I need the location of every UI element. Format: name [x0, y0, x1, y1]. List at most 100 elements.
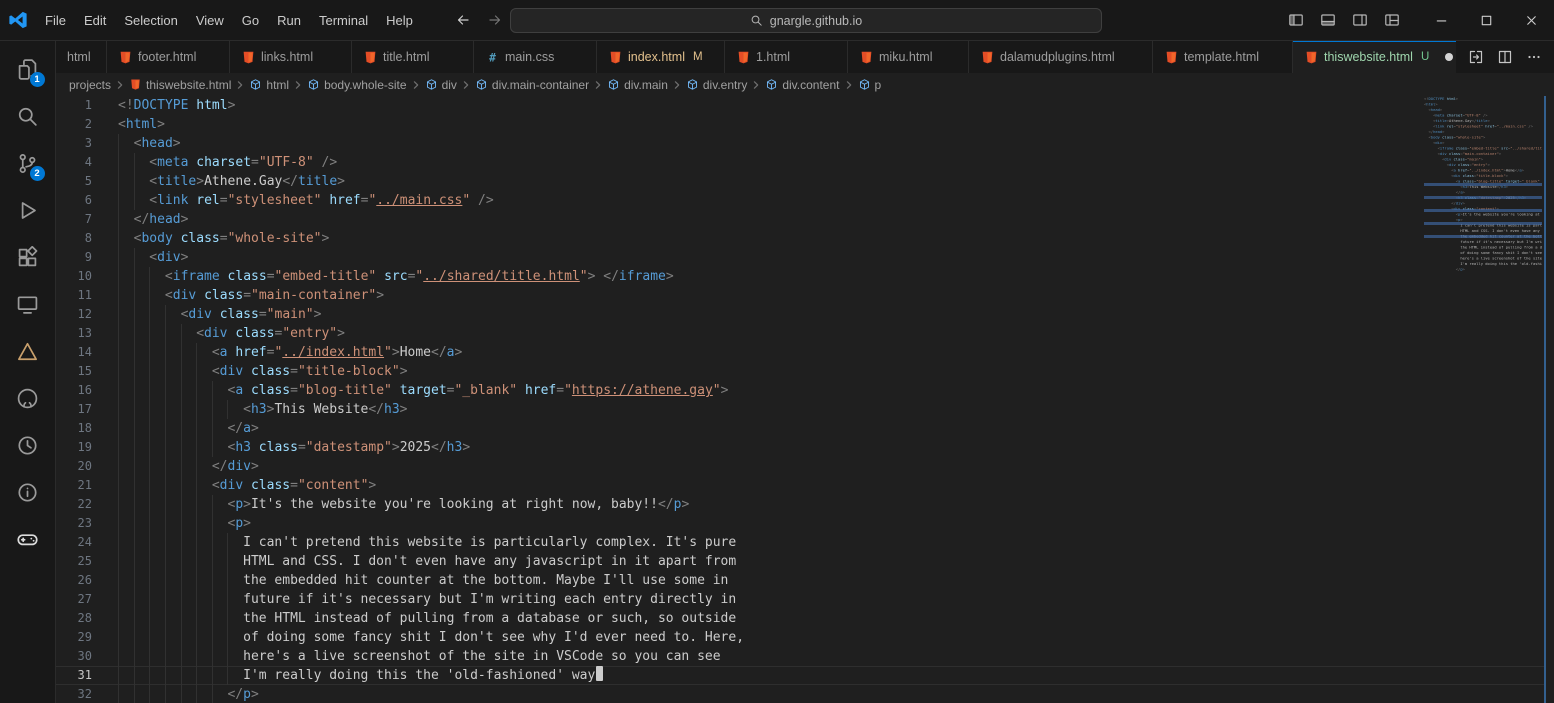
tab-html[interactable]: html — [56, 41, 107, 73]
code-line[interactable]: 30here's a live screenshot of the site i… — [56, 647, 1554, 666]
overview-ruler-decoration — [1544, 96, 1546, 703]
code-editor[interactable]: 1<!DOCTYPE html>2<html>3<head>4<meta cha… — [56, 96, 1554, 703]
tab-index-html[interactable]: index.htmlM — [597, 41, 725, 73]
code-line[interactable]: 11<div class="main-container"> — [56, 286, 1554, 305]
tab-1-html[interactable]: 1.html — [725, 41, 848, 73]
activity-remote-explorer[interactable] — [4, 281, 52, 328]
breadcrumb-item-html[interactable]: html — [248, 78, 290, 92]
code-line[interactable]: 4<meta charset="UTF-8" /> — [56, 153, 1554, 172]
tab-title-html[interactable]: title.html — [352, 41, 474, 73]
code-line[interactable]: 24I can't pretend this website is partic… — [56, 533, 1554, 552]
activity-run-and-debug[interactable] — [4, 187, 52, 234]
close-button[interactable] — [1509, 0, 1554, 40]
code-line[interactable]: 9<div> — [56, 248, 1554, 267]
activity-explorer[interactable]: 1 — [4, 46, 52, 93]
activity-github[interactable] — [4, 375, 52, 422]
toggle-panel-button[interactable] — [1315, 8, 1341, 32]
code-line[interactable]: 18</a> — [56, 419, 1554, 438]
toggle-primary-sidebar-button[interactable] — [1283, 8, 1309, 32]
code-text: <a class="blog-title" target="_blank" hr… — [118, 381, 728, 400]
tab-links-html[interactable]: links.html — [230, 41, 352, 73]
tab-dalamudplugins-html[interactable]: dalamudplugins.html — [969, 41, 1153, 73]
tab-footer-html[interactable]: footer.html — [107, 41, 230, 73]
code-line[interactable]: 8<body class="whole-site"> — [56, 229, 1554, 248]
activity-search[interactable] — [4, 93, 52, 140]
code-line[interactable]: 3<head> — [56, 134, 1554, 153]
code-text: <div class="main-container"> — [118, 286, 384, 305]
tab-miku-html[interactable]: miku.html — [848, 41, 969, 73]
code-line[interactable]: 1<!DOCTYPE html> — [56, 96, 1554, 115]
code-line[interactable]: 27future if it's necessary but I'm writi… — [56, 590, 1554, 609]
menu-edit[interactable]: Edit — [75, 9, 115, 32]
activity-timeline[interactable] — [4, 422, 52, 469]
code-line[interactable]: 26the embedded hit counter at the bottom… — [56, 571, 1554, 590]
breadcrumb-item-projects[interactable]: projects — [68, 78, 112, 92]
editor-scrollbar[interactable] — [1544, 96, 1554, 703]
breadcrumb-item-div[interactable]: div — [424, 78, 458, 92]
code-line[interactable]: 13<div class="entry"> — [56, 324, 1554, 343]
menu-run[interactable]: Run — [268, 9, 310, 32]
menu-selection[interactable]: Selection — [115, 9, 186, 32]
symbol-icon — [686, 78, 699, 91]
tab-main-css[interactable]: #main.css — [474, 41, 597, 73]
code-line[interactable]: 14<a href="../index.html">Home</a> — [56, 343, 1554, 362]
nav-forward-button[interactable] — [484, 9, 506, 31]
code-line[interactable]: 19<h3 class="datestamp">2025</h3> — [56, 438, 1554, 457]
sidebar-left-icon — [1288, 12, 1304, 28]
code-line[interactable]: 22<p>It's the website you're looking at … — [56, 495, 1554, 514]
code-line[interactable]: 20</div> — [56, 457, 1554, 476]
breadcrumb-item-div-entry[interactable]: div.entry — [685, 78, 748, 92]
menu-file[interactable]: File — [36, 9, 75, 32]
code-line[interactable]: 23<p> — [56, 514, 1554, 533]
code-line[interactable]: 15<div class="title-block"> — [56, 362, 1554, 381]
nav-back-button[interactable] — [452, 9, 474, 31]
activity-extensions[interactable] — [4, 234, 52, 281]
command-center[interactable]: gnargle.github.io — [510, 8, 1102, 33]
code-line[interactable]: 21<div class="content"> — [56, 476, 1554, 495]
code-line[interactable]: 12<div class="main"> — [56, 305, 1554, 324]
minimap-highlight — [1424, 196, 1542, 199]
code-line[interactable]: 29of doing some fancy shit I don't see w… — [56, 628, 1554, 647]
code-line[interactable]: 7</head> — [56, 210, 1554, 229]
minimize-button[interactable] — [1419, 0, 1464, 40]
toggle-secondary-sidebar-button[interactable] — [1347, 8, 1373, 32]
menu-go[interactable]: Go — [233, 9, 268, 32]
minimap[interactable]: <!DOCTYPE html><html> <head> <meta chars… — [1424, 96, 1542, 703]
code-line[interactable]: 32</p> — [56, 685, 1554, 703]
code-text: I can't pretend this website is particul… — [118, 533, 736, 552]
code-line[interactable]: 2<html> — [56, 115, 1554, 134]
activity-source-control[interactable]: 2 — [4, 140, 52, 187]
tab-template-html[interactable]: template.html — [1153, 41, 1293, 73]
code-line[interactable]: 16<a class="blog-title" target="_blank" … — [56, 381, 1554, 400]
open-changes-button[interactable] — [1464, 45, 1488, 69]
html-icon — [363, 50, 378, 65]
split-editor-button[interactable] — [1493, 45, 1517, 69]
unsaved-dot-icon[interactable] — [1445, 53, 1453, 61]
breadcrumb-item-div-main[interactable]: div.main — [606, 78, 669, 92]
code-lines[interactable]: 1<!DOCTYPE html>2<html>3<head>4<meta cha… — [56, 96, 1554, 703]
more-actions-button[interactable] — [1522, 45, 1546, 69]
code-line[interactable]: 6<link rel="stylesheet" href="../main.cs… — [56, 191, 1554, 210]
breadcrumb-item-body-whole-site[interactable]: body.whole-site — [306, 78, 408, 92]
activity-triangle-extension[interactable] — [4, 328, 52, 375]
breadcrumb-item-div-main-container[interactable]: div.main-container — [474, 78, 590, 92]
breadcrumb-label: div — [442, 78, 457, 92]
code-line[interactable]: 25HTML and CSS. I don't even have any ja… — [56, 552, 1554, 571]
code-line[interactable]: 31I'm really doing this the 'old-fashion… — [56, 666, 1554, 685]
menu-terminal[interactable]: Terminal — [310, 9, 377, 32]
menu-help[interactable]: Help — [377, 9, 422, 32]
code-line[interactable]: 10<iframe class="embed-title" src="../sh… — [56, 267, 1554, 286]
activity-gamepad-extension[interactable] — [4, 516, 52, 563]
activity-info[interactable] — [4, 469, 52, 516]
breadcrumb-item-div-content[interactable]: div.content — [764, 78, 840, 92]
code-line[interactable]: 28the HTML instead of pulling from a dat… — [56, 609, 1554, 628]
maximize-button[interactable] — [1464, 0, 1509, 40]
customize-layout-button[interactable] — [1379, 8, 1405, 32]
tab-thiswebsite-html[interactable]: thiswebsite.htmlU — [1293, 41, 1462, 73]
breadcrumb-item-p[interactable]: p — [857, 78, 883, 92]
menu-view[interactable]: View — [187, 9, 233, 32]
code-line[interactable]: 17<h3>This Website</h3> — [56, 400, 1554, 419]
breadcrumb-item-thiswebsite-html[interactable]: thiswebsite.html — [128, 78, 232, 92]
code-text: </head> — [118, 210, 188, 229]
code-line[interactable]: 5<title>Athene.Gay</title> — [56, 172, 1554, 191]
